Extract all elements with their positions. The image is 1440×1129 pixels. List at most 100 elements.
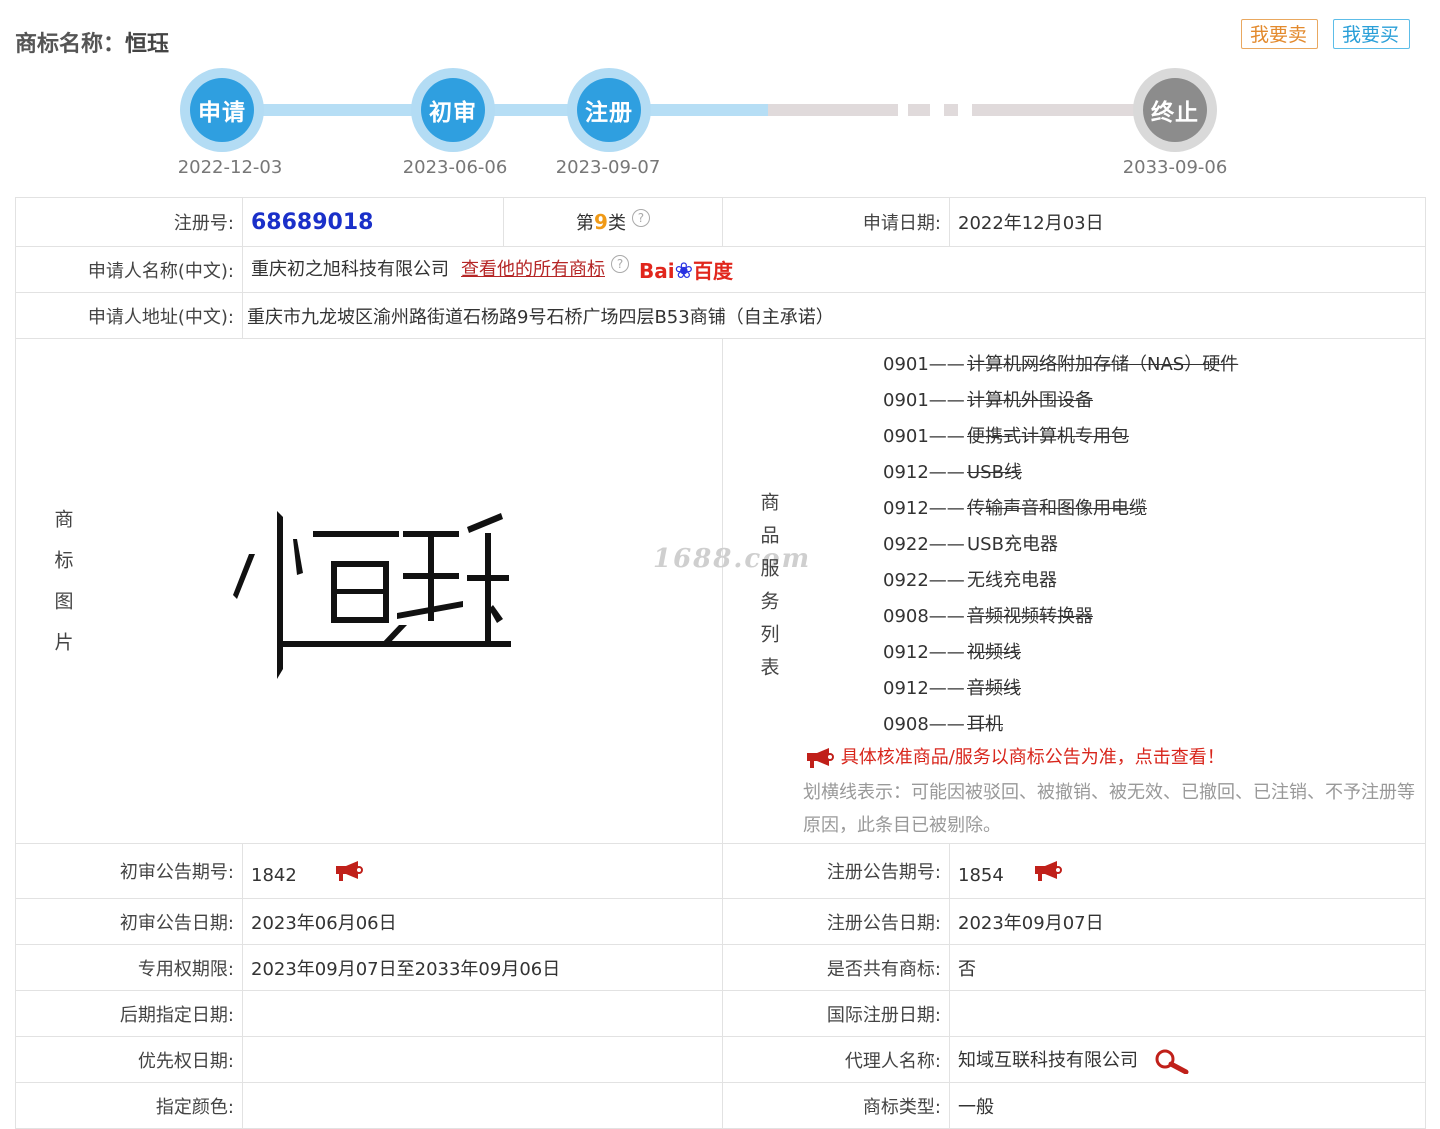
goods-code: 0908——: [883, 606, 965, 627]
trademark-image-cell: 商标图片 1688.com: [15, 338, 809, 844]
goods-name: 传输声音和图像用电缆: [967, 498, 1147, 519]
trademark-name: 恒珏: [125, 32, 170, 57]
sell-button[interactable]: 我要卖: [1241, 19, 1318, 49]
goods-item: 0922—— USB充电器: [883, 527, 1238, 563]
goods-item: 0912—— 传输声音和图像用电缆: [883, 491, 1238, 527]
goods-name: 无线充电器: [967, 570, 1057, 591]
goods-list-label: 商品服务列表: [757, 492, 780, 690]
applicant-name: 重庆初之旭科技有限公司: [251, 258, 449, 280]
agent-label: 代理人名称:: [722, 1036, 950, 1083]
class-cell: 第9类?: [503, 197, 723, 247]
timeline-date: 2023-09-07: [555, 157, 661, 178]
agent-cell: 知域互联科技有限公司: [949, 1036, 1426, 1083]
goods-code: 0901——: [883, 426, 965, 447]
paw-icon: ❀: [674, 259, 694, 285]
search-icon[interactable]: [1154, 1048, 1190, 1074]
goods-code: 0908——: [883, 714, 965, 735]
goods-name: 音频视频转换器: [967, 606, 1093, 627]
strikethrough-note: 划横线表示：可能因被驳回、被撤销、被无效、已撤回、已注销、不予注册等原因，此条目…: [803, 782, 1415, 836]
goods-code: 0922——: [883, 570, 965, 591]
intl-date-label: 国际注册日期:: [722, 990, 950, 1037]
megaphone-icon[interactable]: [1030, 860, 1064, 882]
title-label: 商标名称：: [15, 32, 126, 57]
timeline-progress-done: [222, 104, 768, 116]
color-value: [242, 1082, 723, 1129]
color-label: 指定颜色:: [15, 1082, 243, 1129]
goods-name: 计算机外围设备: [967, 390, 1093, 411]
applicant-label: 申请人名称(中文):: [15, 246, 243, 293]
type-label: 商标类型:: [722, 1082, 950, 1129]
trademark-image-label: 商标图片: [51, 509, 74, 673]
timeline-date: 2022-12-03: [177, 157, 283, 178]
goods-item: 0908—— 耳机: [883, 707, 1238, 743]
goods-name: 视频线: [967, 642, 1021, 663]
class-number: 9: [594, 210, 608, 234]
agent-name: 知域互联科技有限公司: [958, 1049, 1138, 1071]
timeline-gap: [898, 100, 908, 120]
shared-value: 否: [949, 944, 1426, 991]
goods-list: 0901—— 计算机网络附加存储（NAS）硬件 0901—— 计算机外围设备 0901—…: [883, 347, 1238, 743]
reg-notice-no: 1854: [958, 864, 1004, 886]
buy-button[interactable]: 我要买: [1333, 19, 1410, 49]
goods-item: 0912—— 视频线: [883, 635, 1238, 671]
prelim-no-label: 初审公告期号:: [15, 843, 243, 899]
goods-notice-link[interactable]: 具体核准商品/服务以商标公告为准，点击查看！: [803, 743, 1225, 769]
priority-date: [242, 1036, 723, 1083]
prelim-date-label: 初审公告日期:: [15, 898, 243, 945]
trademark-image: [233, 511, 511, 679]
exclusive-term-label: 专用权期限:: [15, 944, 243, 991]
goods-name: 音频线: [967, 678, 1021, 699]
goods-item: 0908—— 音频视频转换器: [883, 599, 1238, 635]
goods-name: 便携式计算机专用包: [967, 426, 1129, 447]
reg-notice-date: 2023年09月07日: [949, 898, 1426, 945]
timeline-gap: [958, 100, 972, 120]
goods-item: 0922—— 无线充电器: [883, 563, 1238, 599]
timeline-gap: [930, 100, 944, 120]
timeline-node-apply: 申请: [180, 68, 264, 152]
goods-code: 0922——: [883, 534, 965, 555]
goods-name: 计算机网络附加存储（NAS）硬件: [967, 354, 1239, 375]
exclusive-term: 2023年09月07日至2033年09月06日: [242, 944, 723, 991]
baidu-logo[interactable]: Bai❀百度: [639, 255, 733, 284]
goods-item: 0912—— 音频线: [883, 671, 1238, 707]
megaphone-icon: [807, 748, 834, 768]
help-icon[interactable]: ?: [631, 209, 650, 227]
goods-item: 0901—— 便携式计算机专用包: [883, 419, 1238, 455]
help-icon[interactable]: ?: [611, 254, 629, 273]
reg-no: 68689018: [251, 209, 374, 235]
apply-date: 2022年12月03日: [949, 197, 1426, 247]
applicant-address: 重庆市九龙坡区渝州路街道石杨路9号石桥广场四层B53商铺（自主承诺）: [242, 292, 1426, 339]
timeline-node-register: 注册: [567, 68, 651, 152]
goods-code: 0912——: [883, 642, 965, 663]
reg-no-label: 注册号:: [15, 197, 243, 247]
type-value: 一般: [949, 1082, 1426, 1129]
later-date-label: 后期指定日期:: [15, 990, 243, 1037]
reg-notice-no-label: 注册公告期号:: [722, 843, 950, 899]
prelim-no: 1842: [251, 864, 297, 886]
trademark-info-table: 注册号: 68689018 第9类? 申请日期: 2022年12月03日 申请人…: [15, 197, 1426, 1129]
later-date: [242, 990, 723, 1037]
apply-date-label: 申请日期:: [722, 197, 950, 247]
applicant-cell: 重庆初之旭科技有限公司 查看他的所有商标? Bai❀百度: [242, 246, 1426, 293]
goods-code: 0912——: [883, 678, 965, 699]
goods-name: USB充电器: [967, 534, 1058, 555]
goods-code: 0901——: [883, 390, 965, 411]
priority-date-label: 优先权日期:: [15, 1036, 243, 1083]
goods-item: 0901—— 计算机外围设备: [883, 383, 1238, 419]
prelim-no-cell: 1842: [242, 843, 723, 899]
timeline-node-prelim: 初审: [411, 68, 495, 152]
timeline-date: 2023-06-06: [402, 157, 508, 178]
address-label: 申请人地址(中文):: [15, 292, 243, 339]
prelim-date: 2023年06月06日: [242, 898, 723, 945]
goods-code: 0912——: [883, 462, 965, 483]
goods-cell: 商品服务列表 0901—— 计算机网络附加存储（NAS）硬件 0901—— 计算机外围…: [722, 338, 1426, 844]
goods-code: 0912——: [883, 498, 965, 519]
timeline-node-end: 终止: [1133, 68, 1217, 152]
view-all-trademarks-link[interactable]: 查看他的所有商标: [461, 259, 605, 280]
reg-notice-date-label: 注册公告日期:: [722, 898, 950, 945]
shared-label: 是否共有商标:: [722, 944, 950, 991]
megaphone-icon[interactable]: [331, 860, 365, 882]
goods-name: 耳机: [967, 714, 1003, 735]
goods-item: 0901—— 计算机网络附加存储（NAS）硬件: [883, 347, 1238, 383]
page-title: 商标名称：恒珏: [15, 26, 169, 58]
